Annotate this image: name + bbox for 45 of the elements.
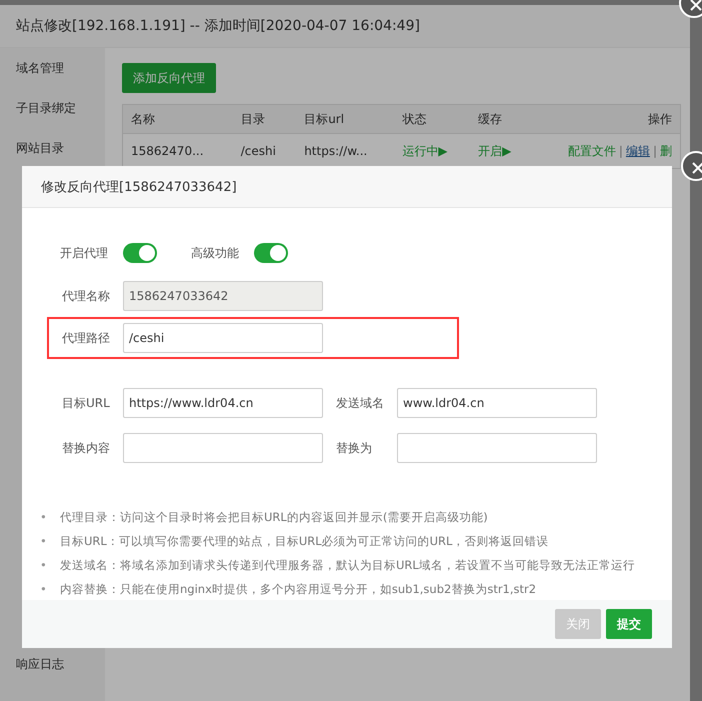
separator: |	[652, 144, 657, 158]
close-icon	[690, 0, 702, 11]
input-field[interactable]: https://www.ldr04.cn	[123, 388, 323, 418]
status-cell: 运行中▶	[394, 134, 470, 168]
modal-title: 修改反向代理[1586247033642]	[22, 166, 672, 208]
field-label: 发送域名	[336, 394, 385, 412]
bullet: •	[40, 581, 48, 597]
field-label: 替换为	[336, 440, 373, 456]
toggle-switch[interactable]	[123, 243, 157, 263]
toggle-label: 高级功能	[191, 244, 240, 262]
input-field[interactable]: www.ldr04.cn	[397, 388, 597, 418]
sidebar-item[interactable]: 子目录绑定	[0, 88, 105, 128]
field-label: 代理名称	[62, 288, 111, 304]
field-label: 目标URL	[62, 394, 111, 412]
toggle-switch[interactable]	[254, 243, 288, 263]
bullet: •	[40, 509, 48, 525]
close-icon	[692, 162, 702, 174]
column-header: 名称	[122, 104, 233, 134]
sidebar-item[interactable]: 网站目录	[0, 128, 105, 168]
separator: |	[618, 144, 623, 158]
column-header: 缓存	[470, 104, 532, 134]
column-header: 状态	[394, 104, 470, 134]
column-header: 目录	[232, 104, 296, 134]
table-cell: /ceshi	[232, 134, 296, 168]
field-label: 替换内容	[62, 440, 111, 456]
sidebar-item[interactable]: 响应日志	[0, 649, 105, 679]
help-note: 目标URL：可以填写你需要代理的站点，目标URL必须为可正常访问的URL，否则将返回错误	[60, 533, 548, 549]
help-note: 代理目录：访问这个目录时将会把目标URL的内容返回并显示(需要开启高级功能)	[60, 509, 488, 525]
dialog-title: 站点修改[192.168.1.191] -- 添加时间[2020-04-07 16:04:49]	[0, 5, 690, 48]
cache-cell: 开启▶	[470, 134, 532, 168]
bullet: •	[40, 533, 48, 549]
column-header: 操作	[531, 104, 680, 134]
help-note: 发送域名：将域名添加到请求头传递到代理服务器，默认为目标URL域名，若设置不当可能导致无法正常运行	[60, 557, 635, 573]
input-field[interactable]: /ceshi	[123, 323, 323, 353]
input-field[interactable]	[397, 433, 597, 463]
help-note: 内容替换：只能在使用nginx时提供，多个内容用逗号分开，如sub1,sub2替换为str1,str2	[60, 581, 536, 597]
sidebar-item[interactable]: 域名管理	[0, 48, 105, 88]
field-label: 代理路径	[62, 330, 111, 346]
bullet: •	[40, 557, 48, 573]
toggle-label: 开启代理	[60, 244, 109, 262]
table-cell: https://w...	[296, 134, 394, 168]
column-header: 目标url	[296, 104, 394, 134]
action-link[interactable]: 编辑	[626, 144, 650, 158]
input-field[interactable]	[123, 433, 323, 463]
table-cell: 15862470...	[122, 134, 233, 168]
